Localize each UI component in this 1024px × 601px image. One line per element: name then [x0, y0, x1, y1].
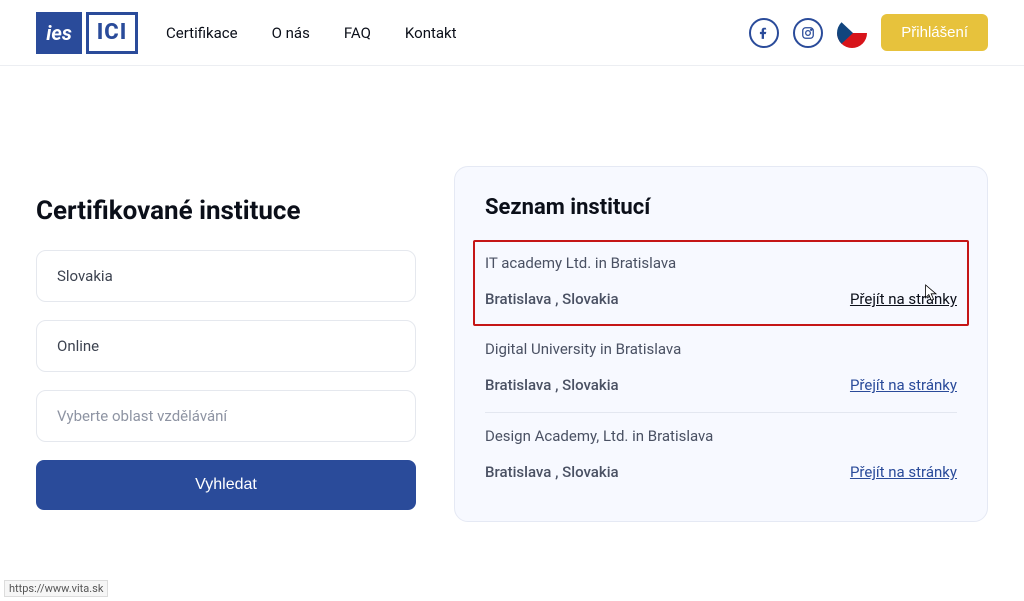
institution-name: IT academy Ltd. in Bratislava — [485, 254, 957, 272]
logo[interactable]: ies ICI — [36, 12, 138, 54]
logo-ici: ICI — [86, 12, 138, 54]
login-button[interactable]: Přihlášení — [881, 14, 988, 51]
institution-name: Digital University in Bratislava — [485, 340, 957, 358]
institution-link[interactable]: Přejít na stránky — [850, 463, 957, 481]
institution-row-bottom: Bratislava , Slovakia Přejít na stránky — [485, 290, 957, 308]
search-button[interactable]: Vyhledat — [36, 460, 416, 510]
area-select[interactable]: Vyberte oblast vzdělávání — [36, 390, 416, 442]
header: ies ICI Certifikace O nás FAQ Kontakt Př… — [0, 0, 1024, 66]
browser-status-url: https://www.vita.sk — [4, 580, 108, 597]
nav-faq[interactable]: FAQ — [344, 24, 371, 42]
institution-row-bottom: Bratislava , Slovakia Přejít na stránky — [485, 463, 957, 481]
institution-location: Bratislava , Slovakia — [485, 376, 619, 394]
nav-kontakt[interactable]: Kontakt — [405, 24, 457, 42]
nav-certifikace[interactable]: Certifikace — [166, 24, 238, 42]
facebook-icon[interactable] — [749, 18, 779, 48]
institution-location: Bratislava , Slovakia — [485, 463, 619, 481]
instagram-icon[interactable] — [793, 18, 823, 48]
results-title: Seznam institucí — [485, 195, 957, 220]
mode-select[interactable]: Online — [36, 320, 416, 372]
main-content: Certifikované instituce Slovakia Online … — [0, 66, 1024, 522]
institution-row-bottom: Bratislava , Slovakia Přejít na stránky — [485, 376, 957, 394]
results-panel: Seznam institucí IT academy Ltd. in Brat… — [454, 166, 988, 522]
logo-ies: ies — [36, 12, 82, 54]
header-right: Přihlášení — [749, 14, 988, 51]
institution-location: Bratislava , Slovakia — [485, 290, 619, 308]
nav-onas[interactable]: O nás — [272, 24, 310, 42]
institution-row: Design Academy, Ltd. in Bratislava Brati… — [485, 413, 957, 499]
header-left: ies ICI Certifikace O nás FAQ Kontakt — [36, 12, 457, 54]
search-title: Certifikované instituce — [36, 196, 416, 226]
language-flag-cz[interactable] — [837, 18, 867, 48]
institution-row: IT academy Ltd. in Bratislava Bratislava… — [473, 240, 969, 326]
main-nav: Certifikace O nás FAQ Kontakt — [166, 24, 457, 42]
institution-row: Digital University in Bratislava Bratisl… — [485, 326, 957, 413]
institution-name: Design Academy, Ltd. in Bratislava — [485, 427, 957, 445]
country-select[interactable]: Slovakia — [36, 250, 416, 302]
institution-link[interactable]: Přejít na stránky — [850, 376, 957, 394]
search-panel: Certifikované instituce Slovakia Online … — [36, 96, 416, 510]
institution-link[interactable]: Přejít na stránky — [850, 290, 957, 308]
